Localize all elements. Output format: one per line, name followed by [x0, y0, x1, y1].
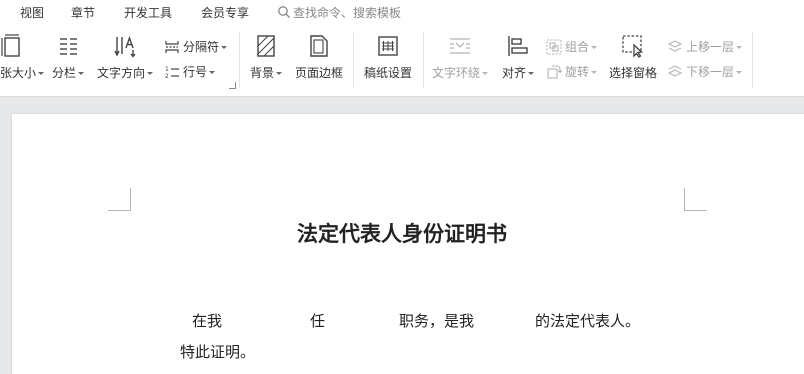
line-number-button[interactable]: 1 2 行号 — [164, 63, 216, 81]
group-divider — [353, 32, 354, 88]
document-page[interactable]: 法定代表人身份证明书 在我 任 职务，是我 的法定代表人。 特此证明。 — [12, 114, 804, 374]
text-direction-label: 文字方向 — [96, 66, 145, 80]
menu-chapter[interactable]: 章节 — [71, 4, 95, 21]
text-wrap-button[interactable]: 文字环绕 — [428, 24, 492, 96]
text-wrap-icon — [450, 38, 470, 54]
columns-button[interactable]: 分栏 — [48, 24, 88, 96]
manuscript-label: 稿纸设置 — [363, 66, 412, 80]
group-button[interactable]: 组合 — [546, 38, 598, 56]
body-text-segment: 的法定代表人。 — [535, 312, 641, 330]
background-label: 背景 — [249, 66, 274, 80]
align-button[interactable]: 对齐 — [496, 24, 540, 96]
line-number-icon: 1 2 — [165, 66, 179, 80]
rotate-icon — [547, 65, 562, 79]
separator-button[interactable]: 分隔符 — [164, 38, 228, 56]
columns-icon — [60, 38, 77, 55]
body-text-segment: 职务，是我 — [399, 312, 475, 330]
align-icon — [508, 36, 528, 56]
background-icon — [257, 35, 275, 57]
selection-pane-button[interactable]: 选择窗格 — [604, 24, 662, 96]
selection-pane-label: 选择窗格 — [608, 66, 657, 80]
dialog-launcher-icon[interactable] — [229, 82, 236, 89]
separator-label: 分隔符 — [183, 40, 220, 54]
group-divider — [239, 32, 240, 88]
search-placeholder: 查找命令、搜索模板 — [293, 6, 402, 20]
body-text-segment: 在我 — [192, 312, 223, 330]
text-direction-icon — [114, 35, 136, 58]
margin-corner-mark-left — [108, 188, 131, 211]
search-icon — [278, 6, 290, 18]
columns-label: 分栏 — [51, 66, 76, 80]
body-text-segment: 任 — [310, 312, 326, 330]
chevron-down-icon — [147, 72, 153, 75]
group-icon — [546, 39, 562, 55]
chevron-down-icon — [209, 71, 216, 74]
manuscript-grid-icon — [378, 36, 398, 56]
page-border-icon — [310, 35, 328, 57]
command-search[interactable]: 查找命令、搜索模板 — [277, 4, 401, 21]
menu-view[interactable]: 视图 — [20, 4, 44, 21]
chevron-down-icon — [591, 71, 598, 74]
text-wrap-label: 文字环绕 — [431, 66, 480, 80]
chevron-down-icon — [482, 72, 488, 75]
group-divider — [423, 32, 424, 88]
rotate-label: 旋转 — [565, 65, 590, 79]
paper-size-icon — [1, 34, 20, 57]
bring-forward-icon — [667, 40, 683, 52]
bring-forward-button[interactable]: 上移一层 — [667, 38, 743, 56]
chevron-down-icon — [38, 72, 45, 75]
manuscript-settings-button[interactable]: 稿纸设置 — [358, 24, 418, 96]
send-backward-icon — [667, 65, 683, 77]
ribbon-toolbar: 纸张大小 分栏 文字方向 — [0, 24, 804, 97]
line-number-label: 行号 — [183, 65, 208, 79]
text-direction-button[interactable]: 文字方向 — [94, 24, 156, 96]
svg-text:1: 1 — [165, 66, 169, 73]
chevron-down-icon — [221, 46, 228, 49]
group-label: 组合 — [565, 40, 590, 54]
bring-forward-label: 上移一层 — [686, 40, 735, 54]
chevron-down-icon — [736, 46, 743, 49]
svg-text:2: 2 — [165, 73, 169, 80]
menu-developer-tools[interactable]: 开发工具 — [124, 4, 172, 21]
align-label: 对齐 — [501, 66, 526, 80]
paper-size-button[interactable]: 纸张大小 — [0, 24, 45, 96]
send-backward-button[interactable]: 下移一层 — [667, 63, 743, 81]
background-button[interactable]: 背景 — [244, 24, 288, 96]
body-text-line: 特此证明。 — [180, 343, 256, 361]
menu-bar: 视图 章节 开发工具 会员专享 查找命令、搜索模板 — [0, 0, 804, 24]
menu-member[interactable]: 会员专享 — [201, 4, 249, 21]
chevron-down-icon — [528, 72, 534, 75]
chevron-down-icon — [736, 71, 743, 74]
chevron-down-icon — [591, 46, 598, 49]
paper-size-label: 纸张大小 — [0, 66, 37, 80]
rotate-button[interactable]: 旋转 — [546, 63, 598, 81]
page-border-label: 页面边框 — [294, 66, 343, 80]
page-border-button[interactable]: 页面边框 — [290, 24, 348, 96]
group-divider — [752, 32, 753, 88]
chevron-down-icon — [78, 72, 84, 75]
separator-icon — [165, 41, 179, 53]
selection-pane-icon — [622, 35, 643, 58]
document-title: 法定代表人身份证明书 — [297, 221, 507, 246]
margin-corner-mark-right — [684, 188, 707, 211]
chevron-down-icon — [276, 72, 282, 75]
send-backward-label: 下移一层 — [686, 65, 735, 79]
